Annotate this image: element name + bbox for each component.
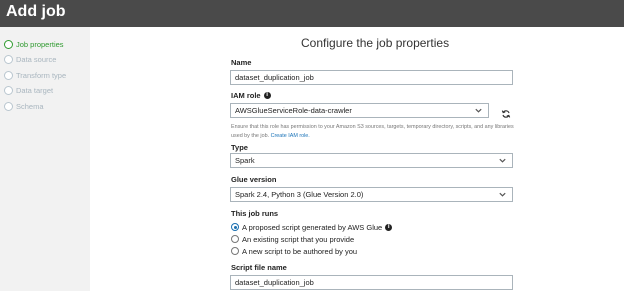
script-file-name-input[interactable]: dataset_duplication_job xyxy=(230,275,513,290)
step-circle-icon xyxy=(4,70,13,80)
radio-label: A new script to be authored by you xyxy=(242,246,358,256)
info-icon[interactable]: i xyxy=(263,92,271,99)
step-circle-icon xyxy=(4,101,13,111)
radio-label: A proposed script generated by AWS Glue xyxy=(242,222,383,232)
radio-new-script[interactable]: A new script to be authored by you xyxy=(231,246,357,256)
chevron-down-icon xyxy=(498,156,507,165)
iam-role-label-text: IAM role xyxy=(231,91,261,100)
radio-button[interactable] xyxy=(231,235,239,243)
page-title: Add job xyxy=(6,3,66,20)
radio-button[interactable] xyxy=(231,223,239,231)
step-label: Data source xyxy=(16,54,57,64)
name-input[interactable]: dataset_duplication_job xyxy=(230,70,513,85)
job-runs-label: This job runs xyxy=(231,209,278,218)
chevron-down-icon xyxy=(498,190,507,199)
glue-version-label-text: Glue version xyxy=(231,175,277,184)
glue-version-value: Spark 2.4, Python 3 (Glue Version 2.0) xyxy=(235,190,364,199)
name-label: Name xyxy=(231,58,251,67)
name-label-text: Name xyxy=(231,58,252,67)
step-circle-icon xyxy=(4,54,13,64)
step-circle-icon xyxy=(4,85,13,95)
iam-role-select[interactable]: AWSGlueServiceRole-data-crawler xyxy=(230,103,489,118)
type-label-text: Type xyxy=(231,143,248,152)
script-file-name-label-text: Script file name xyxy=(231,263,287,272)
job-runs-label-text: This job runs xyxy=(231,209,279,218)
step-schema[interactable]: Schema xyxy=(4,100,44,112)
step-data-target[interactable]: Data target xyxy=(4,84,53,96)
step-circle-icon xyxy=(4,39,13,49)
iam-role-help-text: Ensure that this role has permission to … xyxy=(231,123,516,141)
header-bar: Add job xyxy=(0,0,624,27)
wizard-sidebar: Job properties Data source Transform typ… xyxy=(0,27,90,291)
step-data-source[interactable]: Data source xyxy=(4,53,56,65)
chevron-down-icon xyxy=(474,106,483,115)
radio-label: An existing script that you provide xyxy=(242,234,355,244)
step-job-properties[interactable]: Job properties xyxy=(4,38,64,50)
type-value: Spark xyxy=(235,156,255,165)
step-label: Job properties xyxy=(16,39,64,49)
radio-existing-script[interactable]: An existing script that you provide xyxy=(231,234,354,244)
script-file-name-label: Script file name xyxy=(231,263,287,272)
form-title: Configure the job properties xyxy=(301,36,450,50)
radio-button[interactable] xyxy=(231,247,239,255)
glue-version-label: Glue version xyxy=(231,175,276,184)
step-transform-type[interactable]: Transform type xyxy=(4,69,66,81)
type-label: Type xyxy=(231,143,248,152)
refresh-icon[interactable] xyxy=(501,106,511,118)
step-label: Data target xyxy=(16,85,54,95)
type-select[interactable]: Spark xyxy=(230,153,513,168)
step-label: Transform type xyxy=(16,70,67,80)
glue-version-select[interactable]: Spark 2.4, Python 3 (Glue Version 2.0) xyxy=(230,187,513,202)
iam-role-label: IAM role i xyxy=(231,91,271,100)
step-label: Schema xyxy=(16,101,44,111)
info-icon[interactable]: i xyxy=(385,223,393,231)
radio-proposed-script[interactable]: A proposed script generated by AWS Glue … xyxy=(231,222,393,232)
iam-role-value: AWSGlueServiceRole-data-crawler xyxy=(235,106,352,115)
create-iam-role-link[interactable]: Create IAM role. xyxy=(271,133,310,139)
